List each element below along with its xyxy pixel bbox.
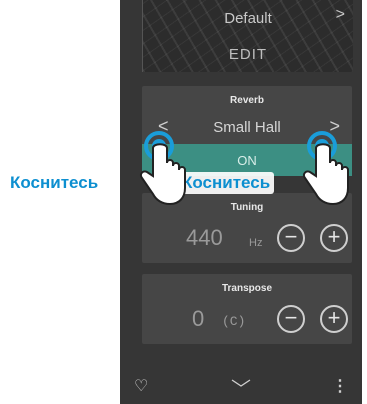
heart-icon[interactable]: ♡: [134, 376, 148, 396]
transpose-key: (C): [222, 314, 246, 329]
preset-name: Default: [224, 10, 272, 27]
tuning-unit: Hz: [249, 237, 263, 249]
bottom-toolbar: ♡ ⋮: [120, 374, 362, 404]
tuning-increase-button[interactable]: +: [320, 224, 348, 252]
tapping-hand-icon: [302, 131, 349, 206]
tuning-decrease-button[interactable]: −: [277, 224, 305, 252]
edit-button[interactable]: EDIT: [143, 46, 353, 63]
transpose-card: Transpose 0 (C) − +: [142, 274, 352, 344]
tap-annotation-left: Коснитесь: [6, 172, 103, 194]
tuning-value: 440: [186, 225, 223, 250]
tapping-hand-icon: [139, 131, 186, 206]
reverb-label: Reverb: [230, 95, 264, 106]
transpose-value: 0: [192, 306, 205, 331]
more-vertical-icon[interactable]: ⋮: [332, 376, 348, 396]
transpose-label: Transpose: [221, 283, 273, 294]
transpose-increase-button[interactable]: +: [320, 305, 348, 333]
chevron-right-icon[interactable]: >: [336, 6, 345, 24]
tap-annotation-right: Коснитесь: [178, 172, 275, 194]
transpose-decrease-button[interactable]: −: [277, 305, 305, 333]
preset-header[interactable]: Default > EDIT: [142, 0, 353, 72]
chevron-down-icon[interactable]: [231, 378, 251, 388]
